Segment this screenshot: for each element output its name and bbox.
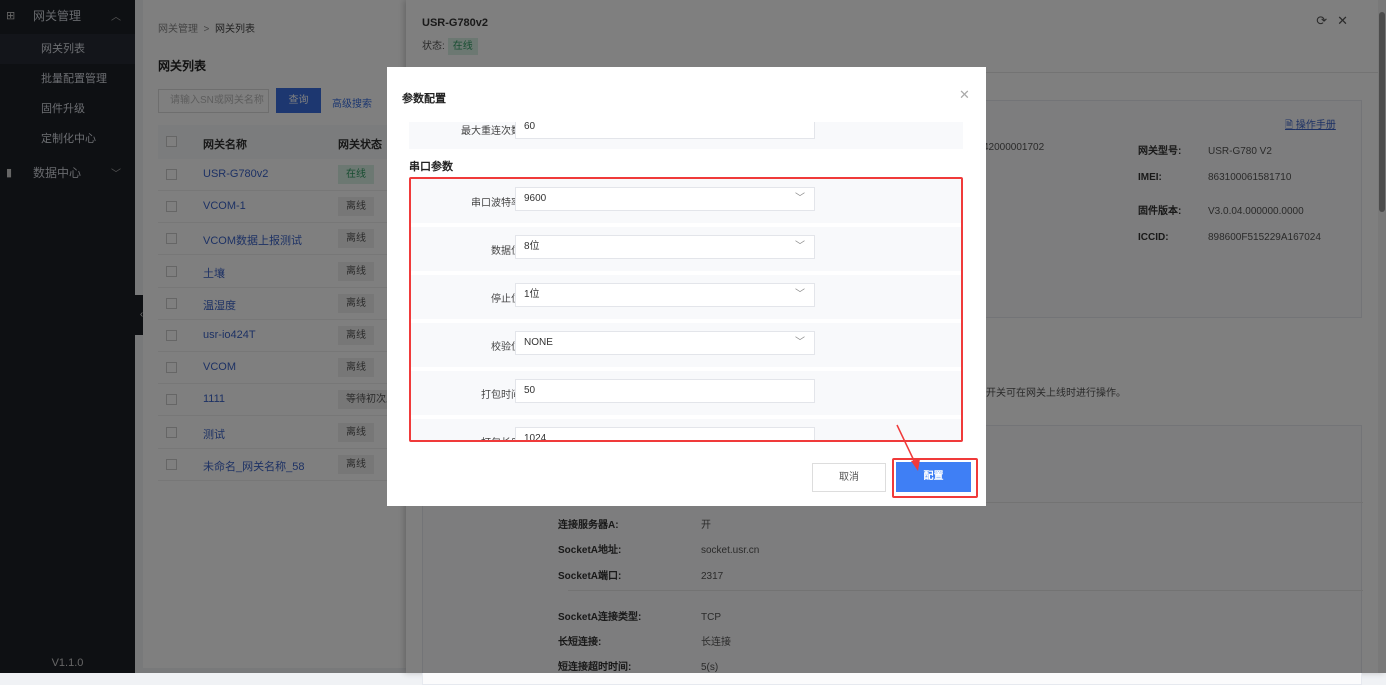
modal-close-icon[interactable]: ✕: [959, 87, 970, 103]
form-row-max-reconnect: 最大重连次数 60: [409, 122, 963, 149]
max-reconnect-input[interactable]: 60: [515, 122, 815, 139]
param-config-modal: 参数配置 ✕ 最大重连次数 60 串口参数 串口波特率 9600 ﹀ 数据位 8位 ﹀ 停止…: [387, 67, 986, 506]
highlight-box: [409, 177, 963, 442]
arrow-annotation-icon: [896, 424, 920, 471]
section-heading-serial: 串口参数: [409, 161, 453, 173]
cancel-button[interactable]: 取消: [812, 463, 886, 492]
modal-title: 参数配置: [402, 93, 446, 105]
field-label: 最大重连次数: [461, 126, 521, 137]
